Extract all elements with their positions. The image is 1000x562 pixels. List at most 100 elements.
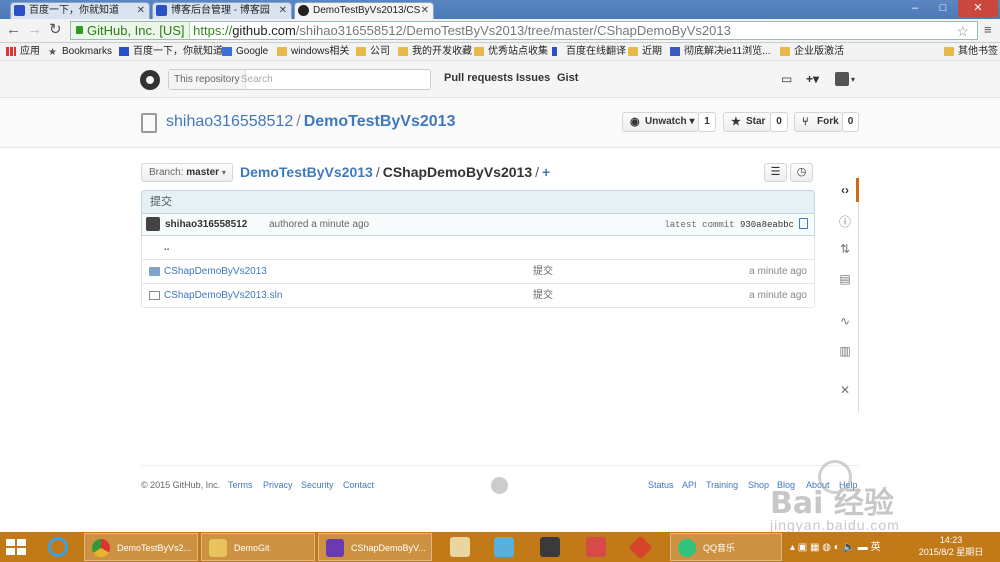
back-icon[interactable]: ← bbox=[6, 22, 21, 38]
url-text[interactable]: https://github.com/shihao316558512/DemoT… bbox=[193, 23, 731, 38]
clock[interactable]: 14:23 2015/8/2 星期日 bbox=[912, 534, 990, 558]
maximize-button[interactable]: □ bbox=[930, 0, 956, 17]
breadcrumb-root-link[interactable]: DemoTestByVs2013 bbox=[240, 164, 373, 180]
branch-selector[interactable]: Branch: master ▾ bbox=[141, 163, 233, 182]
unwatch-button[interactable]: ◉ Unwatch ▾ bbox=[622, 112, 699, 132]
repo-owner-link[interactable]: shihao316558512 bbox=[166, 113, 293, 130]
bookmark-folder[interactable]: 我的开发收藏 bbox=[398, 43, 472, 60]
minimize-button[interactable]: – bbox=[902, 0, 928, 17]
footer-link-terms[interactable]: Terms bbox=[228, 480, 253, 490]
new-file-link[interactable]: + bbox=[542, 164, 550, 180]
forward-icon[interactable]: → bbox=[27, 22, 42, 38]
sublime-text-icon[interactable] bbox=[540, 537, 560, 557]
file-name-link[interactable]: CShapDemoByVs2013 bbox=[164, 260, 267, 283]
commit-message-bar[interactable]: 提交 bbox=[141, 190, 815, 214]
close-window-button[interactable]: ✕ bbox=[958, 0, 998, 17]
bookmark-apps[interactable]: 应用 bbox=[6, 43, 40, 60]
file-age: a minute ago bbox=[749, 290, 807, 301]
cleaner-icon[interactable] bbox=[450, 537, 470, 557]
bookmark-folder[interactable]: 优秀站点收集 bbox=[474, 43, 548, 60]
copy-sha-icon[interactable] bbox=[799, 218, 808, 229]
button-label: Fork bbox=[817, 116, 839, 127]
parent-directory-row[interactable]: .. bbox=[141, 236, 815, 260]
bookmark-folder[interactable]: 公司 bbox=[356, 43, 390, 60]
pull-requests-icon[interactable]: ⇅ bbox=[837, 242, 853, 256]
settings-icon[interactable]: ✕ bbox=[837, 383, 853, 397]
bookmark-ie11[interactable]: 彻底解决ie11浏览... bbox=[670, 43, 771, 60]
windows-start-icon[interactable] bbox=[6, 539, 26, 555]
footer-link-status[interactable]: Status bbox=[648, 480, 674, 490]
parent-directory-link[interactable]: .. bbox=[164, 236, 170, 259]
issues-icon[interactable]: ⓘ bbox=[837, 213, 853, 230]
search-input[interactable]: Search bbox=[241, 70, 273, 89]
taskbar-button-chrome[interactable]: DemoTestByVs2... bbox=[84, 533, 198, 561]
github-footer-logo-icon[interactable] bbox=[491, 477, 508, 494]
bookmark-folder[interactable]: 近期 bbox=[628, 43, 662, 60]
internet-explorer-icon[interactable] bbox=[48, 537, 68, 557]
chevron-down-icon[interactable]: ▾ bbox=[851, 75, 855, 84]
graphs-icon[interactable]: ▥ bbox=[837, 344, 853, 358]
bookmark-star-icon[interactable]: ☆ bbox=[956, 23, 969, 39]
close-icon[interactable]: ✕ bbox=[137, 3, 145, 18]
nav-issues[interactable]: Issues bbox=[516, 72, 550, 84]
repo-name-link[interactable]: DemoTestByVs2013 bbox=[304, 113, 456, 130]
menu-icon[interactable]: ≡ bbox=[984, 22, 992, 38]
author-avatar[interactable] bbox=[146, 217, 160, 231]
commit-sha-link[interactable]: 930a8eabbc bbox=[740, 220, 794, 230]
app-icon[interactable] bbox=[586, 537, 606, 557]
file-commit-message[interactable]: 提交 bbox=[533, 284, 553, 307]
taskbar-button-qq-music[interactable]: QQ音乐 bbox=[670, 533, 782, 561]
input-language[interactable]: 英 bbox=[871, 542, 881, 553]
bookmark-translate[interactable]: 百度在线翻译 bbox=[552, 43, 626, 60]
file-name-link[interactable]: CShapDemoByVs2013.sln bbox=[164, 284, 282, 307]
reload-icon[interactable]: ↻ bbox=[49, 22, 62, 38]
footer-link-training[interactable]: Training bbox=[706, 480, 738, 490]
watch-count[interactable]: 1 bbox=[698, 112, 716, 132]
app-icon[interactable] bbox=[494, 537, 514, 557]
star-button[interactable]: ★ Star bbox=[723, 112, 771, 132]
star-count[interactable]: 0 bbox=[770, 112, 788, 132]
bookmark-google[interactable]: Google bbox=[222, 43, 268, 60]
table-row[interactable]: CShapDemoByVs2013 提交 a minute ago bbox=[141, 260, 815, 284]
code-icon[interactable]: ‹› bbox=[837, 183, 853, 197]
commit-author-link[interactable]: shihao316558512 bbox=[165, 214, 247, 235]
bookmark-label: windows相关 bbox=[291, 46, 350, 57]
git-icon[interactable] bbox=[628, 535, 653, 560]
bookmark-folder[interactable]: windows相关 bbox=[277, 43, 349, 60]
search-field[interactable]: This repository Search bbox=[168, 69, 431, 90]
close-icon[interactable]: ✕ bbox=[279, 3, 287, 18]
notifications-icon[interactable]: ▭ bbox=[781, 72, 792, 86]
table-row[interactable]: CShapDemoByVs2013.sln 提交 a minute ago bbox=[141, 284, 815, 308]
bookmark-baidu[interactable]: 百度一下，你就知道 bbox=[119, 43, 223, 60]
bookmark-folder[interactable]: 企业版激活 bbox=[780, 43, 844, 60]
nav-pull-requests[interactable]: Pull requests bbox=[444, 72, 513, 84]
list-view-icon[interactable]: ☰ bbox=[764, 163, 787, 182]
fork-button[interactable]: ⑂ Fork bbox=[794, 112, 843, 132]
github-logo-icon[interactable] bbox=[140, 70, 160, 90]
history-icon[interactable]: ◷ bbox=[790, 163, 813, 182]
footer-link-contact[interactable]: Contact bbox=[343, 480, 374, 490]
omnibox[interactable]: GitHub, Inc. [US] https://github.com/shi… bbox=[70, 21, 978, 40]
close-icon[interactable]: ✕ bbox=[421, 3, 429, 18]
browser-tab[interactable]: 博客后台管理 - 博客园 ✕ bbox=[152, 2, 292, 19]
avatar[interactable] bbox=[835, 72, 849, 86]
taskbar-button-folder[interactable]: DemoGit bbox=[201, 533, 315, 561]
browser-tab[interactable]: 百度一下，你就知道 ✕ bbox=[10, 2, 150, 19]
fork-count[interactable]: 0 bbox=[842, 112, 859, 132]
footer-link-privacy[interactable]: Privacy bbox=[263, 480, 293, 490]
footer-link-api[interactable]: API bbox=[682, 480, 697, 490]
baidu-jingyan-watermark: Bai 经验 jingyan.baidu.com bbox=[770, 460, 990, 540]
taskbar-button-visual-studio[interactable]: CShapDemoByV... bbox=[318, 533, 432, 561]
plus-icon[interactable]: +▾ bbox=[806, 72, 819, 86]
footer-link-security[interactable]: Security bbox=[301, 480, 334, 490]
footer-link-shop[interactable]: Shop bbox=[748, 480, 769, 490]
system-tray[interactable]: ▴ ▣ ▦ ◍ ◐ 🔈 ▬ 英 bbox=[790, 538, 881, 553]
ev-certificate-badge[interactable]: GitHub, Inc. [US] bbox=[71, 22, 190, 39]
wiki-icon[interactable]: ▤ bbox=[837, 272, 853, 286]
browser-tab-active[interactable]: DemoTestByVs2013/CS ✕ bbox=[294, 2, 434, 19]
file-commit-message[interactable]: 提交 bbox=[533, 260, 553, 283]
bookmark-bookmarks[interactable]: ★ Bookmarks bbox=[48, 43, 112, 60]
pulse-icon[interactable]: ∿ bbox=[837, 314, 853, 328]
bookmark-other[interactable]: 其他书签 bbox=[944, 43, 998, 60]
nav-gist[interactable]: Gist bbox=[557, 72, 578, 84]
